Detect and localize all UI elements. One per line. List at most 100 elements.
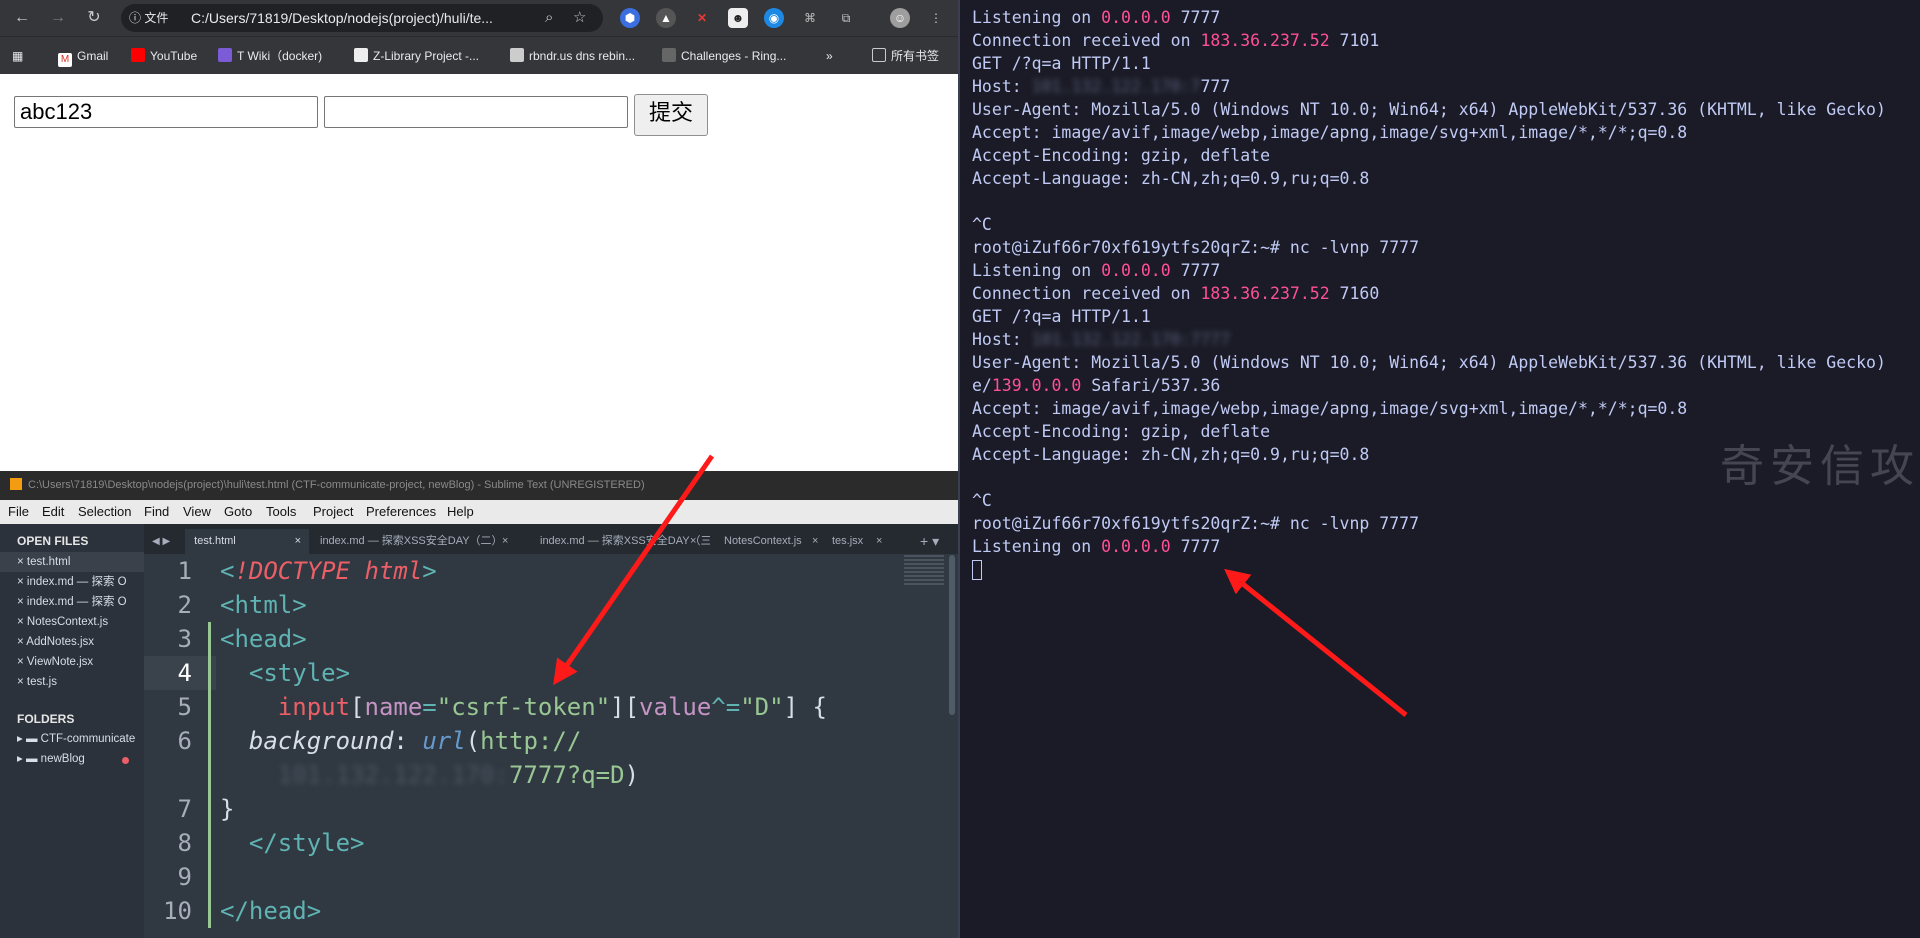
challenges-icon [662, 48, 676, 62]
terminal-window[interactable]: Listening on 0.0.0.0 7777 Connection rece… [960, 0, 1920, 938]
menu-selection[interactable]: Selection [78, 500, 131, 524]
terminal-line: ^C [972, 215, 992, 234]
bookmarks-overflow[interactable]: » [826, 47, 833, 65]
reload-icon[interactable]: ↻ [82, 6, 106, 30]
menu-help[interactable]: Help [447, 500, 474, 524]
menu-preferences[interactable]: Preferences [366, 500, 436, 524]
redacted-host: 101.132.122.170:7777 [1031, 330, 1231, 349]
tab-close-icon[interactable]: × [690, 529, 696, 554]
menu-tools[interactable]: Tools [266, 500, 296, 524]
bookmark-zlibrary[interactable]: Z-Library Project -... [354, 47, 479, 65]
open-file-item[interactable]: × ViewNote.jsx [17, 652, 141, 672]
terminal-line: Listening on 0.0.0.0 7777 [972, 261, 1221, 280]
code-line-10: </head> [220, 897, 322, 925]
menu-kebab-icon[interactable]: ⋮ [926, 8, 946, 28]
bookmark-twiki[interactable]: T Wiki（docker) [218, 47, 322, 65]
code-line-6: background: url(http:// [248, 727, 582, 755]
zoom-icon[interactable]: ⌕ [545, 4, 553, 32]
open-files-header: OPEN FILES [17, 534, 89, 548]
open-file-item[interactable]: × NotesContext.js [17, 612, 141, 632]
extension-x-icon[interactable]: ✕ [692, 8, 712, 28]
line-number: 1 [177, 557, 192, 585]
tab-index-md-2[interactable]: index.md — 探索XSS安全DAY（二） [320, 529, 530, 554]
terminal-line: Accept-Language: zh-CN,zh;q=0.9,ru;q=0.8 [972, 445, 1370, 464]
open-file-item[interactable]: × test.html [17, 552, 141, 572]
apps-grid-icon[interactable]: ▦ [12, 47, 23, 65]
code-line-7: } [220, 795, 235, 823]
folders-header: FOLDERS [17, 712, 75, 726]
menu-find[interactable]: Find [144, 500, 169, 524]
open-file-item[interactable]: × AddNotes.jsx [17, 632, 141, 652]
bookmark-rbndr[interactable]: rbndr.us dns rebin... [510, 47, 635, 65]
bookmark-gmail[interactable]: M Gmail [58, 47, 108, 67]
terminal-line: Accept: image/avif,image/webp,image/apng… [972, 399, 1688, 418]
profile-avatar[interactable]: ☺ [890, 8, 910, 28]
extension-icon[interactable]: ⬢ [620, 8, 640, 28]
sublime-logo-icon [10, 478, 22, 490]
tab-close-icon: × [294, 535, 301, 547]
menu-edit[interactable]: Edit [42, 500, 64, 524]
line-number: 2 [177, 591, 192, 619]
redacted-host: 101.132.122.170: [277, 761, 509, 789]
code-line-6-wrap: 101.132.122.170:7777?q=D) [277, 761, 640, 789]
info-chip[interactable]: ⓘ 文件 [129, 8, 168, 28]
tab-scroll-arrows-icon[interactable]: ◀ ▶ [152, 529, 170, 554]
code-line-2: <html> [220, 591, 307, 619]
tab-jsx[interactable]: tes.jsx [832, 529, 863, 554]
gmail-icon: M [58, 53, 72, 67]
browser-window: ← → ↻ ⓘ 文件 C:/Users/71819/Desktop/nodejs… [0, 0, 958, 471]
open-file-item[interactable]: × test.js [17, 672, 141, 692]
terminal-line: Accept-Language: zh-CN,zh;q=0.9,ru;q=0.8 [972, 169, 1370, 188]
terminal-line: e/139.0.0.0 Safari/537.36 [972, 376, 1221, 395]
token-input[interactable] [14, 96, 318, 128]
folder-item[interactable]: ▸ ▬ CTF-communicate [17, 729, 141, 749]
code-line-8: </style> [220, 829, 365, 857]
code-line-5: input[name="csrf-token"][value^="D"] { [220, 693, 827, 721]
extension-translate-icon[interactable]: ⌘ [800, 8, 820, 28]
tab-index-md-3[interactable]: index.md — 探索XSS安全DAY（三） [540, 529, 710, 554]
menu-goto[interactable]: Goto [224, 500, 252, 524]
bookmark-star-icon[interactable]: ☆ [573, 4, 586, 32]
tab-close-icon[interactable]: × [502, 529, 508, 554]
extension-face-icon[interactable]: ☻ [728, 8, 748, 28]
minimap[interactable] [904, 555, 944, 585]
code-line-4: <style> [220, 659, 351, 687]
tab-close-icon[interactable]: × [812, 529, 818, 554]
back-icon[interactable]: ← [10, 6, 34, 30]
terminal-line: Host: 101.132.122.170:7777 [972, 77, 1231, 96]
bookmarks-bar: ▦ M Gmail YouTube T Wiki（docker) Z-Librar… [0, 36, 958, 75]
menu-view[interactable]: View [183, 500, 211, 524]
open-file-item[interactable]: × index.md — 探索 O [17, 572, 141, 592]
youtube-icon [131, 48, 145, 62]
url-text[interactable]: C:/Users/71819/Desktop/nodejs(project)/h… [191, 4, 531, 32]
address-bar[interactable]: ⓘ 文件 C:/Users/71819/Desktop/nodejs(proje… [121, 4, 603, 32]
new-tab-plus-icon[interactable]: + ▾ [920, 529, 939, 554]
forward-icon[interactable]: → [46, 6, 70, 30]
line-number: 4 [177, 659, 192, 687]
terminal-line: GET /?q=a HTTP/1.1 [972, 307, 1151, 326]
menu-project[interactable]: Project [313, 500, 353, 524]
line-number: 7 [177, 795, 192, 823]
tab-close-icon[interactable]: × [876, 529, 882, 554]
all-bookmarks[interactable]: 所有书签 [872, 47, 939, 65]
bookmark-challenges[interactable]: Challenges - Ring... [662, 47, 786, 65]
file-label: 文件 [144, 11, 169, 25]
bookmark-youtube[interactable]: YouTube [131, 47, 197, 65]
code-line-1: <!DOCTYPE html> [220, 557, 437, 585]
open-file-item[interactable]: × index.md — 探索 O [17, 592, 141, 612]
twiki-icon [218, 48, 232, 62]
tab-bar: ◀ ▶ test.html × index.md — 探索XSS安全DAY（二） … [144, 524, 958, 554]
extensions-puzzle-icon[interactable]: ⧉ [836, 8, 856, 28]
terminal-line: ^C [972, 491, 992, 510]
submit-button[interactable]: 提交 [634, 94, 708, 136]
extension-hat-icon[interactable]: ▲ [656, 8, 676, 28]
extension-blue-icon[interactable]: ◉ [764, 8, 784, 28]
terminal-cursor [972, 560, 982, 580]
tab-test-html[interactable]: test.html × [185, 529, 309, 554]
code-editor[interactable]: <!DOCTYPE html> <html> <head> <style> in… [216, 554, 936, 938]
text-input[interactable] [324, 96, 628, 128]
menu-bar: File Edit Selection Find View Goto Tools… [0, 500, 958, 524]
vertical-scrollbar[interactable] [949, 555, 955, 715]
tab-notescontext[interactable]: NotesContext.js [724, 529, 802, 554]
menu-file[interactable]: File [8, 500, 29, 524]
